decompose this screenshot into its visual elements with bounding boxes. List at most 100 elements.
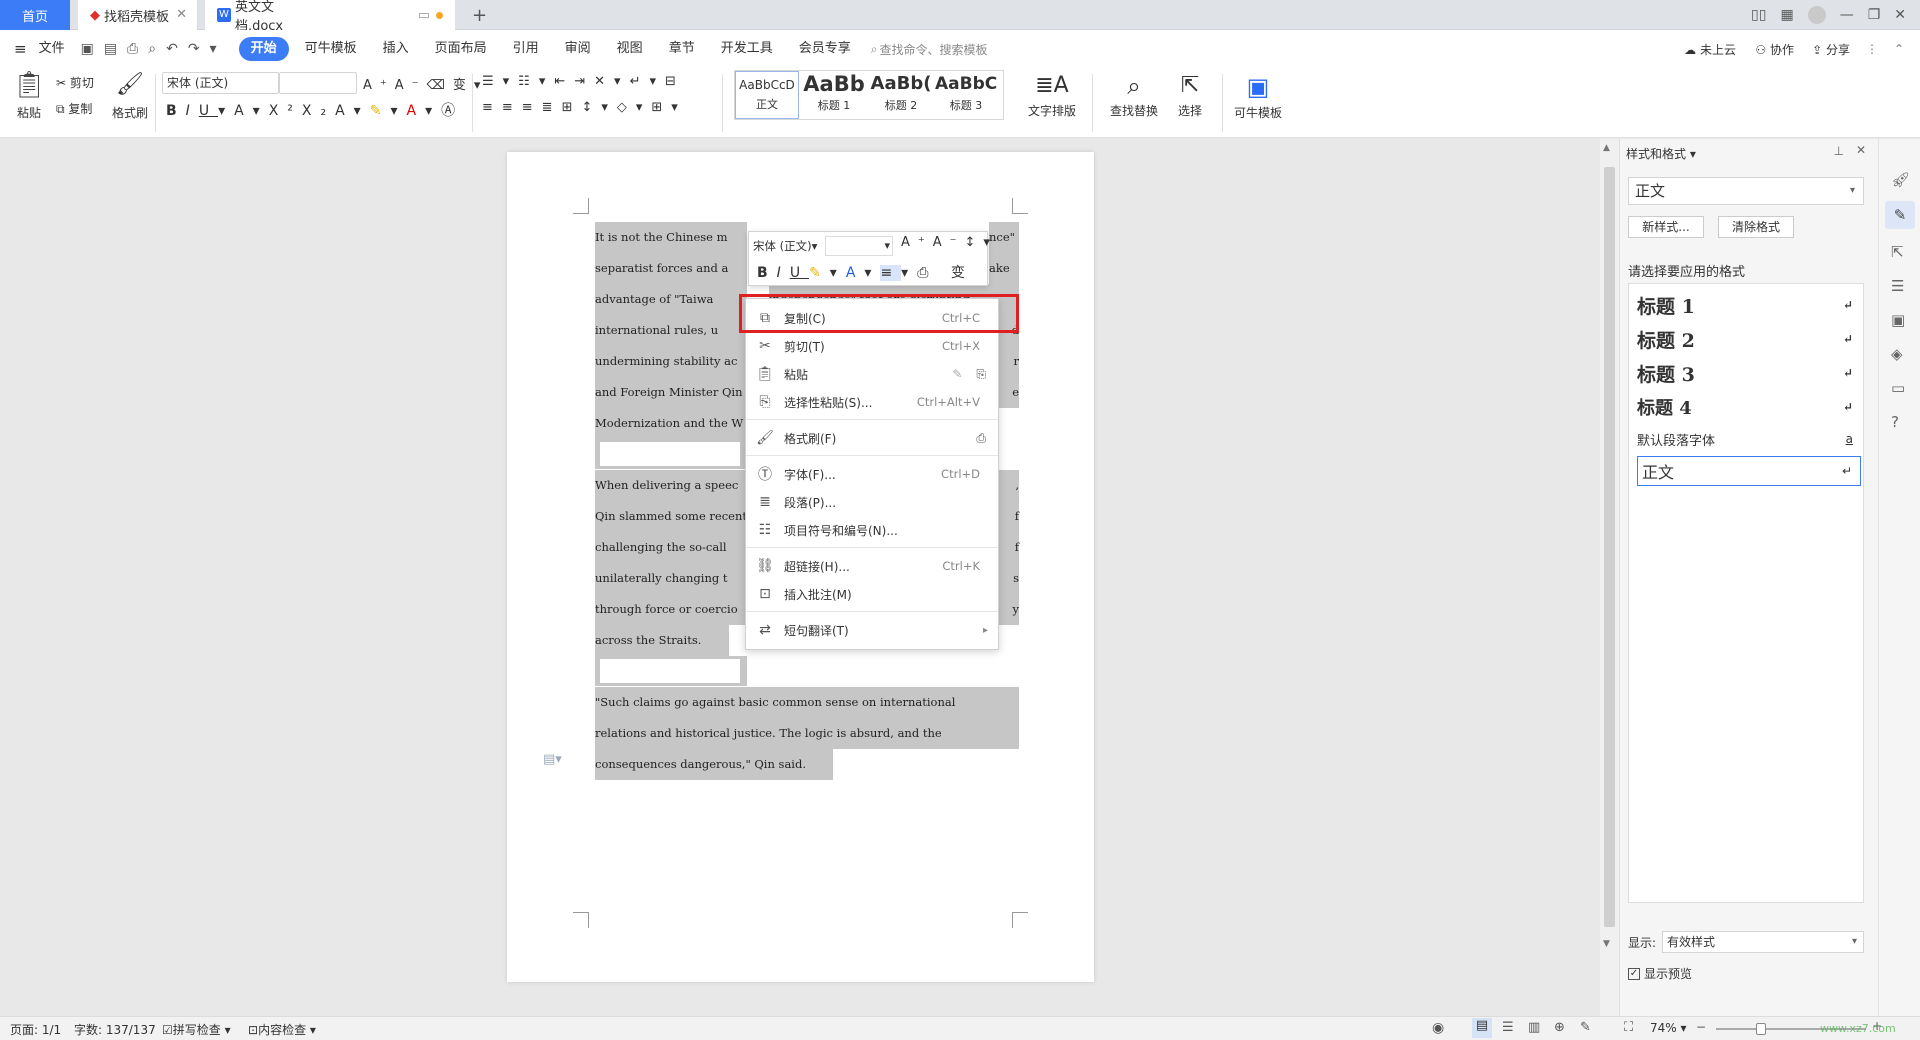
menu-review[interactable]: 审阅 [555, 37, 601, 61]
outline-view-icon[interactable]: ☰ [1502, 1020, 1514, 1035]
style-item-default-font[interactable]: 默认段落字体 a [1637, 426, 1861, 452]
help-icon[interactable]: ? [1891, 413, 1899, 431]
word-count[interactable]: 字数: 137/137 [74, 1021, 156, 1038]
menu-developer[interactable]: 开发工具 [711, 37, 783, 61]
font-size-select[interactable] [279, 72, 357, 94]
current-style-select[interactable]: 正文 ▾ [1628, 177, 1864, 205]
style-item-heading-1[interactable]: 标题 1 ↵ [1637, 290, 1861, 320]
style-heading-3[interactable]: AaBbC 标题 3 [935, 71, 997, 119]
scroll-up-icon[interactable]: ▲ [1603, 143, 1610, 153]
scroll-down-icon[interactable]: ▼ [1603, 939, 1610, 949]
mini-size-select[interactable]: ▾ [825, 236, 893, 256]
style-heading-2[interactable]: AaBb( 标题 2 [869, 71, 933, 119]
style-pen-icon[interactable]: ✎ [1885, 201, 1915, 229]
page-view-icon[interactable]: ▤ [1472, 1018, 1492, 1038]
clear-format-button[interactable]: 清除格式 [1718, 216, 1794, 238]
menu-file[interactable]: 文件 [29, 37, 75, 61]
cut-button[interactable]: ✂ 剪切 [56, 74, 94, 91]
reading-view-icon[interactable]: ▥ [1528, 1020, 1540, 1035]
web-view-icon[interactable]: ⊕ [1554, 1020, 1565, 1035]
mini-size-tools[interactable]: A⁺A⁻↕▾ [901, 235, 998, 250]
new-tab-button[interactable]: + [460, 0, 490, 30]
collab-button[interactable]: ⚇ 协作 [1755, 41, 1794, 58]
image-icon[interactable]: ▣ [1891, 311, 1905, 329]
paste-keep-format-icon[interactable]: ✎ [952, 367, 962, 381]
menu-paragraph[interactable]: ≣ 段落(P)... [746, 489, 998, 515]
close-window-icon[interactable]: ✕ [1894, 7, 1906, 23]
copy-button[interactable]: ⧉ 复制 [56, 100, 92, 117]
minimize-icon[interactable]: — [1840, 7, 1854, 23]
text-layout-button[interactable]: ≣A 文字排版 [1020, 70, 1084, 119]
style-normal[interactable]: AaBbCcD 正文 [735, 71, 799, 119]
mini-format-tools[interactable]: BIU✎▾A▾≡▾⎙ 变 [757, 262, 974, 282]
paste-options-icon[interactable]: ▤▾ [543, 752, 562, 767]
new-style-button[interactable]: 新样式... [1628, 216, 1704, 238]
zoom-level[interactable]: 74% ▾ [1650, 1021, 1687, 1035]
menu-page-layout[interactable]: 页面布局 [425, 37, 497, 61]
tab-template[interactable]: ◆ 找稻壳模板 ✕ [78, 0, 198, 30]
restore-icon[interactable]: ❐ [1868, 7, 1881, 23]
font-format-tools[interactable]: BIU▾A▾X²X₂A▾✎▾A▾Ⓐ [166, 100, 464, 120]
apps-grid-icon[interactable]: ▦ [1780, 7, 1793, 23]
more-icon[interactable]: ⋮ [1866, 42, 1878, 56]
fit-page-icon[interactable]: ⛶ [1624, 1020, 1633, 1035]
tab-document[interactable]: W 英文文档.docx ▭ [205, 0, 455, 34]
command-search[interactable]: 查找命令、搜索模板 [879, 41, 987, 58]
spell-check[interactable]: ☑拼写检查 ▾ [162, 1021, 231, 1038]
kn-template-button[interactable]: ▣ 可牛模板 [1232, 70, 1284, 121]
menu-hyperlink[interactable]: ⛓ 超链接(H)... Ctrl+K [746, 553, 998, 579]
menu-membership[interactable]: 会员专享 [789, 37, 861, 61]
menu-references[interactable]: 引用 [503, 37, 549, 61]
menu-translate[interactable]: ⇄ 短句翻译(T) ▸ [746, 617, 998, 643]
tab-home[interactable]: 首页 [0, 0, 70, 30]
font-size-tools[interactable]: A⁺A⁻⌫变▾ [363, 74, 488, 93]
collapse-ribbon-icon[interactable]: ⌃ [1894, 42, 1904, 56]
eye-icon[interactable]: ◉ [1432, 1020, 1444, 1036]
shield-icon[interactable]: ◈ [1891, 345, 1903, 363]
paragraph-tools[interactable]: ≡≡≡≣⊞↕▾◇▾⊞▾ [482, 100, 687, 115]
style-heading-1[interactable]: AaBb 标题 1 [801, 71, 867, 119]
close-icon[interactable]: ✕ [176, 7, 187, 22]
cursor-icon[interactable]: ⇱ [1891, 243, 1904, 261]
menu-home[interactable]: 开始 [238, 37, 289, 61]
format-painter-side-icon[interactable]: ⎙ [976, 431, 986, 446]
paste-button[interactable]: 📋︎ 粘贴 [12, 70, 46, 121]
layout-icon[interactable]: ▯▯ [1751, 7, 1766, 23]
menu-section[interactable]: 章节 [659, 37, 705, 61]
write-view-icon[interactable]: ✎ [1580, 1020, 1591, 1035]
menu-bullets[interactable]: ☷ 项目符号和编号(N)... [746, 517, 998, 543]
style-item-heading-3[interactable]: 标题 3 ↵ [1637, 358, 1861, 388]
find-replace-button[interactable]: ⌕ 查找替换 [1104, 70, 1164, 119]
content-check[interactable]: ⊡内容检查 ▾ [248, 1021, 316, 1038]
select-button[interactable]: ⇱ 选择 [1170, 70, 1210, 119]
format-painter-button[interactable]: 🖌︎ 格式刷 [110, 70, 150, 121]
menu-paste[interactable]: 📋︎ 粘贴 ✎ ⎘ [746, 361, 998, 387]
show-preview-checkbox[interactable]: ✓ 显示预览 [1628, 965, 1692, 982]
cloud-status[interactable]: ☁ 未上云 [1684, 41, 1736, 58]
menu-font[interactable]: Ⓣ 字体(F)... Ctrl+D [746, 461, 998, 487]
vertical-scrollbar[interactable]: ▲ ▼ [1600, 139, 1619, 1016]
mini-font-select[interactable]: 宋体 (正文)▾ [753, 236, 823, 256]
style-item-heading-4[interactable]: 标题 4 ↵ [1637, 392, 1861, 422]
paste-text-only-icon[interactable]: ⎘ [976, 367, 986, 382]
close-panel-icon[interactable]: ✕ [1856, 143, 1866, 157]
menu-paste-special[interactable]: ⎘ 选择性粘贴(S)... Ctrl+Alt+V [746, 389, 998, 415]
zoom-slider-thumb[interactable] [1756, 1023, 1766, 1035]
menu-cut[interactable]: ✂ 剪切(T) Ctrl+X [746, 333, 998, 359]
show-filter-select[interactable]: 有效样式 ▾ [1662, 931, 1864, 953]
font-name-select[interactable]: 宋体 (正文) [162, 72, 279, 94]
share-button[interactable]: ⇪ 分享 [1812, 41, 1850, 58]
list-tools[interactable]: ☰▾☷▾⇤⇥✕▾↵▾⊟ [482, 74, 685, 89]
style-item-heading-2[interactable]: 标题 2 ↵ [1637, 324, 1861, 354]
avatar[interactable] [1807, 6, 1826, 24]
book-icon[interactable]: ▭ [1891, 379, 1905, 397]
sliders-icon[interactable]: ☰ [1891, 277, 1904, 295]
zoom-out-icon[interactable]: − [1696, 1020, 1706, 1034]
hamburger-icon[interactable]: ≡ [14, 40, 27, 58]
menu-kn-template[interactable]: 可牛模板 [295, 37, 367, 61]
menu-view[interactable]: 视图 [607, 37, 653, 61]
menu-insert-comment[interactable]: ⊡ 插入批注(M) [746, 581, 998, 607]
rocket-icon[interactable]: 🚀︎ [1891, 171, 1910, 189]
menu-insert[interactable]: 插入 [373, 37, 419, 61]
scrollbar-thumb[interactable] [1604, 167, 1615, 927]
